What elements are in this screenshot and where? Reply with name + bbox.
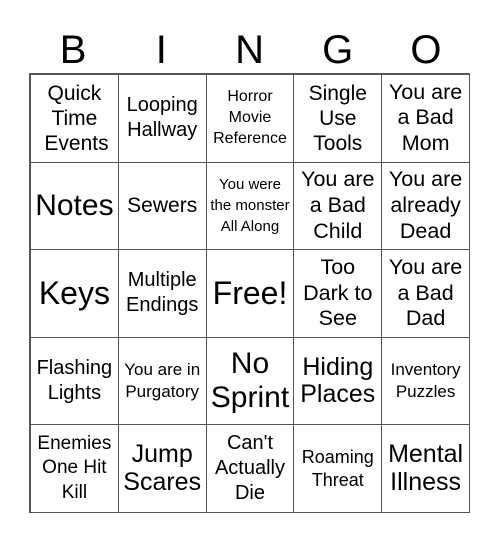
cell-text: Enemies One Hit Kill [37,432,112,504]
bingo-cell[interactable]: Hiding Places [294,337,383,426]
cell-text: Quick Time Events [44,81,109,155]
bingo-cell[interactable]: You are in Purgatory [118,337,207,426]
bingo-cell[interactable]: You are a Bad Child [294,162,383,251]
cell-text: Hiding Places [300,352,376,409]
bingo-cell[interactable]: Can't Actually Die [206,425,295,513]
cell-text: Notes [35,188,114,222]
bingo-cell[interactable]: Multiple Endings [118,250,207,338]
cell-text: Single Use Tools [308,81,367,155]
bingo-card-grid: Quick Time Events Looping Hallway Horror… [29,73,470,513]
bingo-cell[interactable]: No Sprint [206,337,295,426]
cell-text: Sewers [127,194,198,218]
cell-text: Can't Actually Die [214,432,285,505]
bingo-cell[interactable]: Free! [206,250,295,338]
cell-text: You are in Purgatory [124,360,201,402]
cell-text: Multiple Endings [126,269,199,317]
bingo-cell[interactable]: Looping Hallway [118,75,207,163]
header-letter-g: G [322,28,354,72]
cell-text: You are a Bad Dad [388,254,463,331]
bingo-cell[interactable]: Too Dark to See [294,250,383,338]
bingo-cell[interactable]: Enemies One Hit Kill [31,425,119,513]
bingo-cell[interactable]: You are already Dead [382,162,470,251]
bingo-cell[interactable]: Notes [31,162,119,251]
header-letter-i: I [155,28,167,72]
cell-text: Keys [38,275,110,312]
bingo-cell[interactable]: You are a Bad Mom [382,75,470,163]
bingo-cell[interactable]: You were the monster All Along [206,162,295,251]
header-letter-b: B [59,28,87,72]
cell-text: Mental Illness [388,440,464,496]
header-letter-n: N [235,28,264,72]
cell-text: Too Dark to See [303,254,373,331]
cell-text: Inventory Puzzles [390,360,461,402]
bingo-cell[interactable]: Inventory Puzzles [382,337,470,426]
bingo-cell[interactable]: Flashing Lights [31,337,119,426]
bingo-header: B I N G O [29,27,470,73]
bingo-cell[interactable]: Jump Scares [118,425,207,513]
cell-text: Jump Scares [123,440,202,496]
cell-text: Roaming Threat [301,447,374,490]
cell-text: You are a Bad Mom [388,79,463,156]
bingo-cell[interactable]: Roaming Threat [294,425,383,513]
cell-text: No Sprint [210,346,290,415]
bingo-cell[interactable]: Horror Movie Reference [206,75,295,163]
bingo-cell[interactable]: Keys [31,250,119,338]
cell-text: You are already Dead [388,167,463,243]
cell-text: You are a Bad Child [301,167,375,243]
cell-text: You were the monster All Along [210,176,290,236]
bingo-cell[interactable]: Mental Illness [382,425,470,513]
bingo-cell[interactable]: Sewers [118,162,207,251]
cell-text: Horror Movie Reference [213,88,287,147]
bingo-cell[interactable]: You are a Bad Dad [382,250,470,338]
cell-text: Looping Hallway [126,94,198,142]
bingo-cell[interactable]: Single Use Tools [294,75,383,163]
cell-text: Free! [212,275,288,312]
header-letter-o: O [410,28,442,72]
bingo-cell[interactable]: Quick Time Events [31,75,119,163]
cell-text: Flashing Lights [36,357,113,405]
